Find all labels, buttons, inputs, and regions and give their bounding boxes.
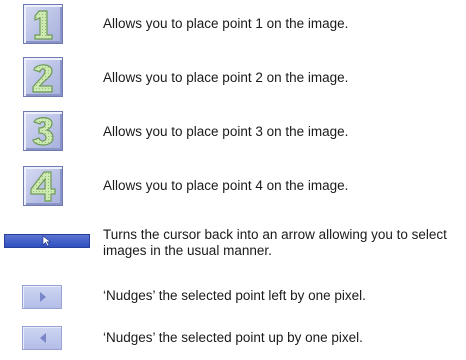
place-point-3-button[interactable] (23, 111, 63, 151)
point-4-description: Allows you to place point 4 on the image… (103, 178, 349, 193)
digit-4-icon (30, 171, 56, 202)
digit-1-icon (34, 10, 53, 40)
nudge-left-button[interactable] (22, 326, 62, 350)
point-1-description: Allows you to place point 1 on the image… (103, 16, 349, 31)
digit-3-icon (32, 117, 54, 146)
arrow-cursor-icon (42, 235, 52, 247)
place-point-1-button[interactable] (23, 4, 63, 44)
arrow-cursor-button[interactable] (4, 234, 90, 248)
arrow-cursor-description: Turns the cursor back into an arrow allo… (103, 227, 447, 258)
nudge-right-button[interactable] (22, 285, 62, 309)
place-point-4-button[interactable] (23, 166, 63, 206)
place-point-2-button[interactable] (23, 57, 63, 97)
point-3-description: Allows you to place point 3 on the image… (103, 124, 349, 139)
play-right-icon (40, 292, 46, 302)
point-2-description: Allows you to place point 2 on the image… (103, 70, 349, 85)
play-left-icon (40, 333, 46, 343)
nudge-right-description: ‘Nudges’ the selected point left by one … (103, 288, 366, 303)
digit-2-icon (32, 64, 53, 93)
nudge-left-description: ‘Nudges’ the selected point up by one pi… (103, 330, 363, 345)
